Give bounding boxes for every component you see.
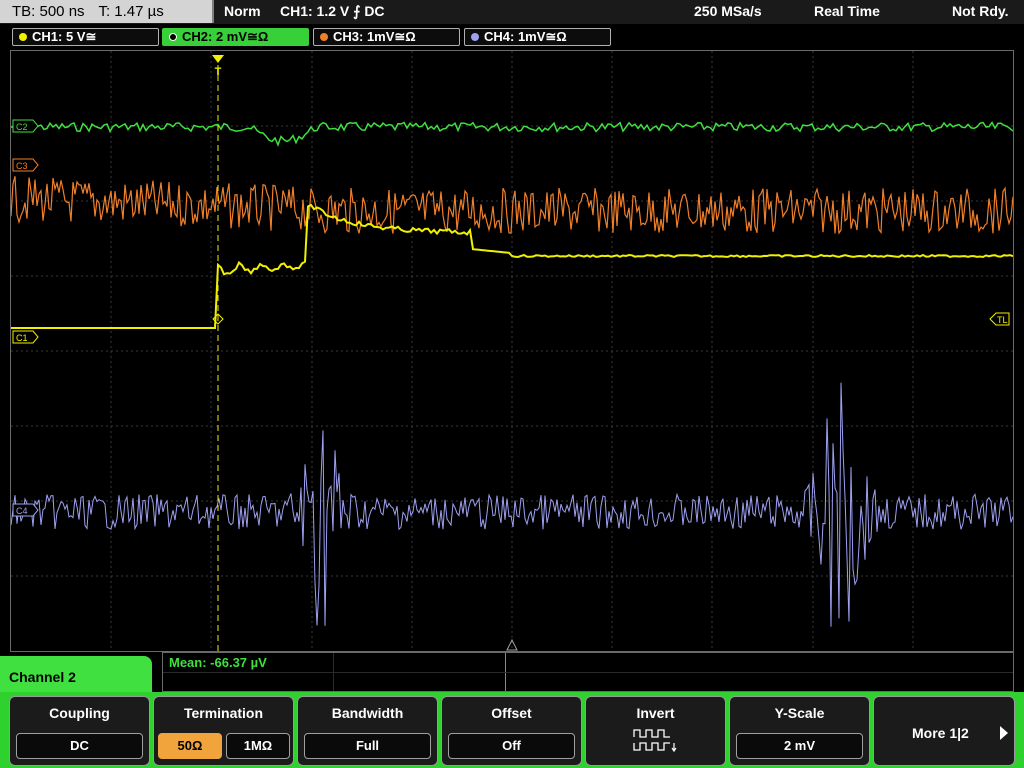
ch2-tab-label: CH2: 2 mV≅Ω bbox=[182, 29, 269, 44]
waveform-area[interactable]: T C2 C3 C1 C4 TL bbox=[11, 51, 1013, 651]
bandwidth-value-button[interactable]: Full bbox=[304, 733, 431, 759]
c1-marker-label: C1 bbox=[16, 333, 28, 343]
tab-ch4[interactable]: CH4: 1mV≅Ω bbox=[464, 28, 611, 46]
termination-1mohm-button[interactable]: 1MΩ bbox=[226, 733, 290, 759]
yscale-softkey[interactable]: Y-Scale 2 mV bbox=[729, 696, 870, 766]
trigger-setting-label[interactable]: CH1: 1.2 V ⨍ DC bbox=[280, 0, 385, 23]
ch3-color-icon bbox=[320, 33, 328, 41]
ch3-waveform bbox=[11, 176, 1013, 235]
timebase-label: TB: 500 ns bbox=[12, 3, 85, 20]
trigger-mode-label[interactable]: Norm bbox=[224, 0, 261, 23]
termination-title: Termination bbox=[183, 705, 264, 721]
invert-title: Invert bbox=[636, 705, 675, 721]
offset-softkey[interactable]: Offset Off bbox=[441, 696, 582, 766]
status-label: Not Rdy. bbox=[952, 3, 1009, 19]
ch1-color-icon bbox=[19, 33, 27, 41]
termination-softkey[interactable]: Termination 50Ω 1MΩ bbox=[153, 696, 294, 766]
c4-level-marker: C4 bbox=[12, 503, 39, 517]
yscale-value-button[interactable]: 2 mV bbox=[736, 733, 863, 759]
ch4-color-icon bbox=[471, 33, 479, 41]
softkey-bar: Coupling DC Termination 50Ω 1MΩ Bandwidt… bbox=[0, 692, 1024, 768]
ch1-tab-label: CH1: 5 V≅ bbox=[32, 29, 97, 44]
more-softkey[interactable]: More 1|2 bbox=[873, 696, 1015, 766]
tab-ch3[interactable]: CH3: 1mV≅Ω bbox=[313, 28, 460, 46]
c2-level-marker: C2 bbox=[12, 119, 39, 133]
scope-display[interactable]: T C2 C3 C1 C4 TL bbox=[10, 50, 1014, 652]
c3-marker-label: C3 bbox=[16, 161, 28, 171]
tab-ch1[interactable]: CH1: 5 V≅ bbox=[12, 28, 159, 46]
coupling-title: Coupling bbox=[49, 705, 110, 721]
ch4-waveform bbox=[11, 382, 1013, 627]
channel-menu-title: Channel 2 bbox=[0, 656, 152, 696]
measure-divider-h bbox=[163, 672, 1013, 673]
bandwidth-title: Bandwidth bbox=[331, 705, 404, 721]
sample-rate-label: 250 MSa/s bbox=[694, 3, 762, 19]
c4-marker-label: C4 bbox=[16, 506, 28, 516]
more-label: More 1|2 bbox=[912, 725, 969, 741]
timebase-box[interactable]: TB: 500 ns T: 1.47 µs bbox=[0, 0, 214, 23]
ch2-color-icon bbox=[169, 33, 177, 41]
measurement-bar[interactable]: Mean: -66.37 µV bbox=[162, 652, 1014, 692]
trigger-top-label: T bbox=[215, 66, 222, 78]
offset-title: Offset bbox=[491, 705, 532, 721]
mean-measurement: Mean: -66.37 µV bbox=[169, 655, 267, 670]
graticule-grid bbox=[11, 51, 1013, 651]
bandwidth-softkey[interactable]: Bandwidth Full bbox=[297, 696, 438, 766]
acquisition-mode-label: Real Time bbox=[814, 3, 880, 19]
status-bar: TB: 500 ns T: 1.47 µs Norm CH1: 1.2 V ⨍ … bbox=[0, 0, 1024, 24]
termination-50ohm-button[interactable]: 50Ω bbox=[158, 733, 222, 759]
coupling-softkey[interactable]: Coupling DC bbox=[9, 696, 150, 766]
trigger-level-label: TL bbox=[997, 315, 1008, 325]
invert-softkey[interactable]: Invert bbox=[585, 696, 726, 766]
invert-waveform-icon bbox=[633, 729, 677, 753]
offset-value-button[interactable]: Off bbox=[448, 733, 575, 759]
c2-marker-label: C2 bbox=[16, 122, 28, 132]
c1-level-marker: C1 bbox=[12, 330, 39, 344]
ch4-tab-label: CH4: 1mV≅Ω bbox=[484, 29, 567, 44]
trigger-position-marker: T bbox=[212, 55, 224, 78]
trigger-time-label: T: 1.47 µs bbox=[98, 3, 164, 20]
ch3-tab-label: CH3: 1mV≅Ω bbox=[333, 29, 416, 44]
trigger-level-marker: TL bbox=[989, 312, 1010, 326]
yscale-title: Y-Scale bbox=[774, 705, 825, 721]
coupling-value-button[interactable]: DC bbox=[16, 733, 143, 759]
c3-level-marker: C3 bbox=[12, 158, 39, 172]
tab-ch2[interactable]: CH2: 2 mV≅Ω bbox=[162, 28, 309, 46]
arrow-right-icon bbox=[1000, 726, 1008, 740]
channel-tabs: CH1: 5 V≅ CH2: 2 mV≅Ω CH3: 1mV≅Ω CH4: 1m… bbox=[0, 26, 1024, 48]
